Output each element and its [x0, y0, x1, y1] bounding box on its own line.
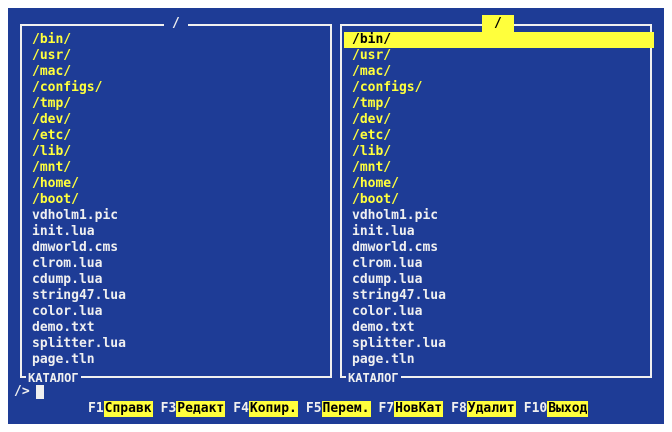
- left-file-panel[interactable]: / /bin//usr//mac//configs//tmp//dev//etc…: [20, 15, 332, 386]
- right-file-item[interactable]: color.lua: [342, 304, 650, 320]
- right-directory-item[interactable]: /tmp/: [342, 96, 650, 112]
- fkey-label: Перем.: [321, 401, 371, 417]
- fkey-label: Редакт: [176, 401, 226, 417]
- right-directory-item[interactable]: /boot/: [342, 192, 650, 208]
- fkey-number: F10: [523, 401, 548, 416]
- right-directory-item[interactable]: /usr/: [342, 48, 650, 64]
- left-directory-item[interactable]: /dev/: [22, 112, 330, 128]
- left-directory-item[interactable]: /configs/: [22, 80, 330, 96]
- fkey-number: F4: [233, 401, 249, 416]
- fkey-f5-button[interactable]: F5 Перем.: [306, 401, 371, 417]
- command-line[interactable]: />: [14, 384, 44, 400]
- left-file-item[interactable]: splitter.lua: [22, 336, 330, 352]
- left-file-item[interactable]: string47.lua: [22, 288, 330, 304]
- left-directory-item[interactable]: /bin/: [22, 32, 330, 48]
- fkey-f7-button[interactable]: F7 НовКат: [379, 401, 444, 417]
- right-directory-item[interactable]: /home/: [342, 176, 650, 192]
- right-directory-item[interactable]: /bin/: [344, 32, 654, 48]
- left-panel-path: /: [164, 15, 188, 33]
- right-file-list: /bin//usr//mac//configs//tmp//dev//etc//…: [342, 32, 654, 368]
- right-file-panel[interactable]: / /bin//usr//mac//configs//tmp//dev//etc…: [340, 15, 654, 386]
- left-file-item[interactable]: cdump.lua: [22, 272, 330, 288]
- right-file-item[interactable]: demo.txt: [342, 320, 650, 336]
- right-panel-path: /: [482, 15, 514, 33]
- fkey-f3-button[interactable]: F3 Редакт: [161, 401, 226, 417]
- fkey-label: Удалит: [466, 401, 516, 417]
- right-panel-mode: КАТАЛОГ: [346, 370, 401, 386]
- left-directory-item[interactable]: /lib/: [22, 144, 330, 160]
- right-directory-item[interactable]: /lib/: [342, 144, 650, 160]
- right-directory-item[interactable]: /etc/: [342, 128, 650, 144]
- function-key-bar: F1 Справк F3 Редакт F4 Копир. F5 Перем. F7 НовКат…: [88, 401, 596, 417]
- right-file-item[interactable]: clrom.lua: [342, 256, 650, 272]
- left-directory-item[interactable]: /boot/: [22, 192, 330, 208]
- left-directory-item[interactable]: /etc/: [22, 128, 330, 144]
- left-file-item[interactable]: vdholm1.pic: [22, 208, 330, 224]
- left-directory-item[interactable]: /mnt/: [22, 160, 330, 176]
- right-file-item[interactable]: init.lua: [342, 224, 650, 240]
- right-file-item[interactable]: page.tln: [342, 352, 650, 368]
- left-directory-item[interactable]: /home/: [22, 176, 330, 192]
- fkey-label: Справк: [103, 401, 153, 417]
- command-prompt: />: [14, 384, 30, 399]
- left-file-item[interactable]: dmworld.cms: [22, 240, 330, 256]
- right-file-item[interactable]: cdump.lua: [342, 272, 650, 288]
- fkey-f1-button[interactable]: F1 Справк: [88, 401, 153, 417]
- fkey-f10-button[interactable]: F10 Выход: [524, 401, 589, 417]
- fkey-label: Копир.: [248, 401, 298, 417]
- left-file-list: /bin//usr//mac//configs//tmp//dev//etc//…: [22, 32, 330, 368]
- left-file-item[interactable]: color.lua: [22, 304, 330, 320]
- left-directory-item[interactable]: /mac/: [22, 64, 330, 80]
- right-file-item[interactable]: string47.lua: [342, 288, 650, 304]
- fkey-number: F5: [305, 401, 322, 416]
- right-file-item[interactable]: vdholm1.pic: [342, 208, 650, 224]
- left-file-item[interactable]: demo.txt: [22, 320, 330, 336]
- fkey-label: Выход: [547, 401, 589, 417]
- fkey-label: НовКат: [394, 401, 444, 417]
- text-cursor: [35, 384, 44, 399]
- right-directory-item[interactable]: /configs/: [342, 80, 650, 96]
- fkey-number: F8: [451, 401, 467, 416]
- fkey-number: F7: [378, 401, 395, 416]
- left-file-item[interactable]: clrom.lua: [22, 256, 330, 272]
- right-directory-item[interactable]: /mac/: [342, 64, 650, 80]
- left-file-item[interactable]: page.tln: [22, 352, 330, 368]
- fkey-number: F3: [160, 401, 177, 416]
- left-directory-item[interactable]: /tmp/: [22, 96, 330, 112]
- fkey-f4-button[interactable]: F4 Копир.: [233, 401, 298, 417]
- fkey-number: F1: [88, 401, 104, 416]
- right-directory-item[interactable]: /mnt/: [342, 160, 650, 176]
- fkey-f8-button[interactable]: F8 Удалит: [451, 401, 516, 417]
- file-manager-screen: / /bin//usr//mac//configs//tmp//dev//etc…: [8, 8, 664, 424]
- left-directory-item[interactable]: /usr/: [22, 48, 330, 64]
- right-file-item[interactable]: dmworld.cms: [342, 240, 650, 256]
- left-file-item[interactable]: init.lua: [22, 224, 330, 240]
- right-directory-item[interactable]: /dev/: [342, 112, 650, 128]
- right-file-item[interactable]: splitter.lua: [342, 336, 650, 352]
